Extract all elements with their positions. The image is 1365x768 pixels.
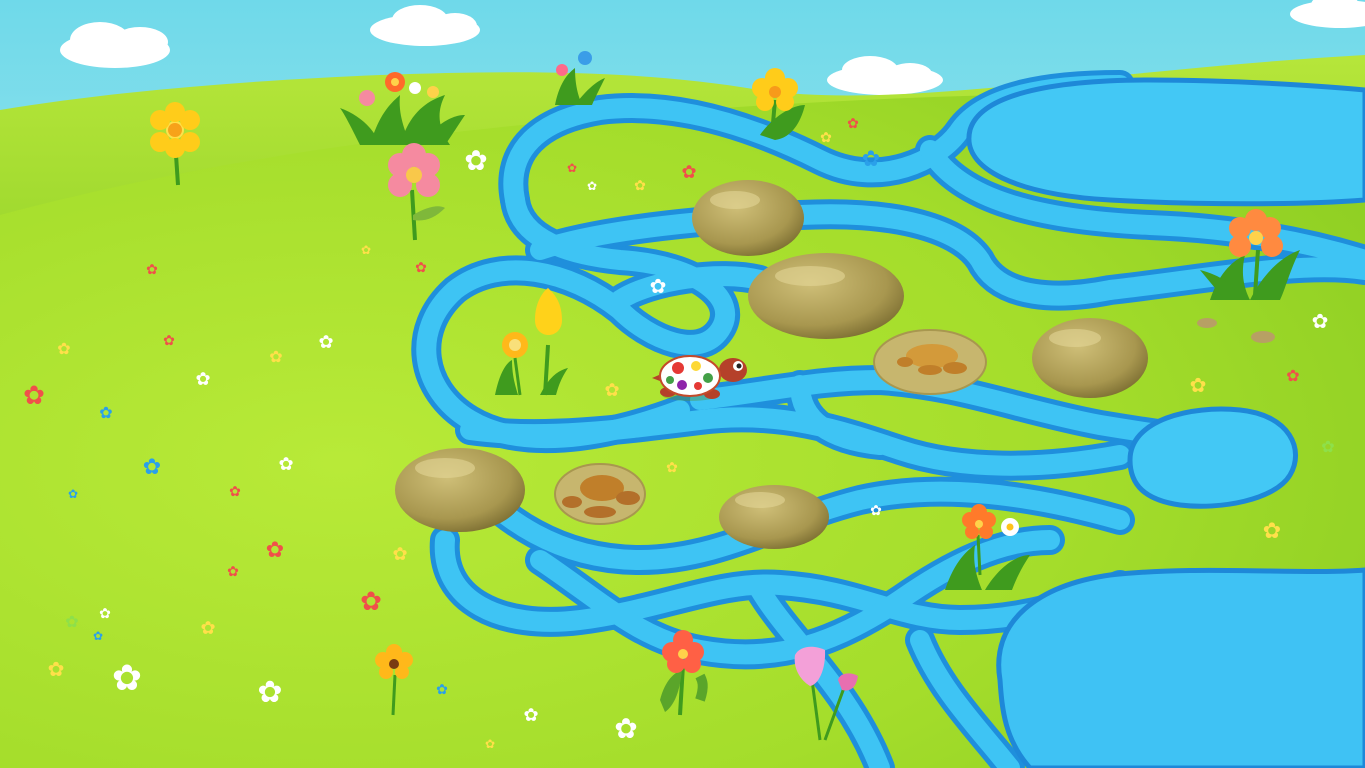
cloud-icon [60,22,170,68]
svg-text:✿: ✿ [666,460,678,476]
stone-rock[interactable] [692,180,804,256]
svg-text:✿: ✿ [1263,519,1281,544]
svg-text:✿: ✿ [99,403,112,422]
pebble-icon [1251,331,1275,343]
svg-text:✿: ✿ [278,454,293,475]
stone-rock[interactable] [748,253,904,339]
svg-text:✿: ✿ [567,161,577,175]
stone-rock[interactable] [395,448,525,532]
svg-text:✿: ✿ [587,179,597,193]
svg-text:✿: ✿ [847,116,859,132]
stone-rock[interactable] [719,485,829,549]
svg-text:✿: ✿ [360,587,382,617]
svg-text:✿: ✿ [485,737,495,751]
svg-text:✿: ✿ [1286,366,1299,385]
svg-text:✿: ✿ [318,332,333,353]
svg-text:✿: ✿ [870,503,882,519]
svg-text:✿: ✿ [862,147,880,172]
pebble-icon [1197,318,1217,328]
middle-pond [1127,406,1298,509]
svg-text:✿: ✿ [227,564,239,580]
game-canvas: ✿ ✿ ✿ ✿ ✿ ✿ ✿ ✿ ✿ ✿ ✿ ✿ ✿ ✿ ✿ ✿ ✿ ✿ ✿ ✿ … [0,0,1365,768]
svg-text:✿: ✿ [163,333,175,349]
svg-text:✿: ✿ [99,606,111,622]
upper-lake [966,77,1365,207]
svg-text:✿: ✿ [146,262,158,278]
lower-lake [996,567,1365,768]
stone-turtle[interactable] [554,463,646,525]
svg-text:✿: ✿ [415,260,427,276]
svg-text:✿: ✿ [361,243,371,257]
svg-text:✿: ✿ [195,369,210,390]
svg-text:✿: ✿ [65,612,78,631]
svg-text:✿: ✿ [266,538,284,563]
svg-text:✿: ✿ [48,657,65,681]
svg-text:✿: ✿ [523,705,538,726]
svg-text:✿: ✿ [200,618,215,639]
svg-text:✿: ✿ [464,144,487,177]
svg-text:✿: ✿ [1312,309,1329,333]
svg-text:✿: ✿ [143,455,161,480]
svg-text:✿: ✿ [604,380,619,401]
svg-text:✿: ✿ [614,712,637,745]
svg-text:✿: ✿ [436,682,448,698]
svg-text:✿: ✿ [57,339,70,358]
svg-text:✿: ✿ [820,130,832,146]
svg-text:✿: ✿ [257,675,282,710]
stone-rock[interactable] [1032,318,1148,398]
game-scene: ✿ ✿ ✿ ✿ ✿ ✿ ✿ ✿ ✿ ✿ ✿ ✿ ✿ ✿ ✿ ✿ ✿ ✿ ✿ ✿ … [0,0,1365,768]
svg-text:✿: ✿ [681,162,696,183]
svg-text:✿: ✿ [229,484,241,500]
svg-text:✿: ✿ [23,381,45,411]
svg-text:✿: ✿ [392,544,407,565]
svg-text:✿: ✿ [1190,373,1207,397]
svg-text:✿: ✿ [112,658,142,699]
svg-text:✿: ✿ [634,178,646,194]
svg-text:✿: ✿ [93,629,103,643]
stone-turtle[interactable] [873,329,987,395]
svg-text:✿: ✿ [269,347,282,366]
svg-text:✿: ✿ [68,487,78,501]
svg-text:✿: ✿ [1321,437,1334,456]
svg-text:✿: ✿ [650,274,667,298]
